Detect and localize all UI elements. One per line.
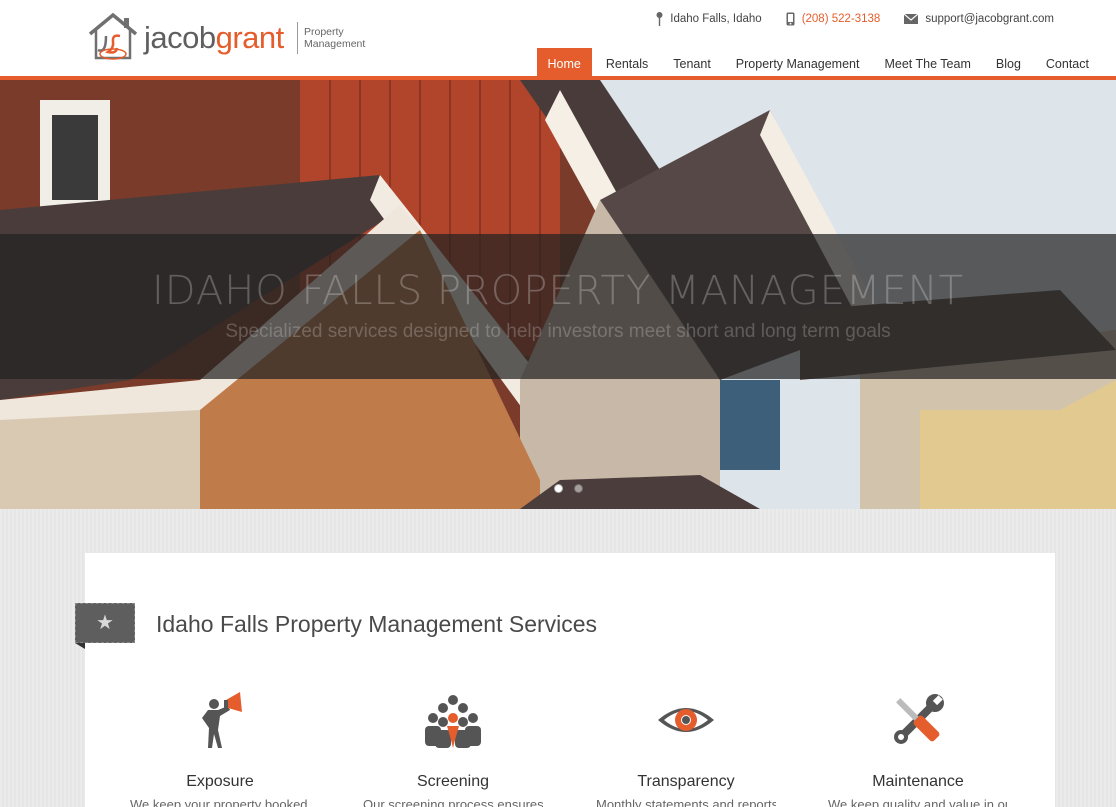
location-text: Idaho Falls, Idaho (670, 13, 762, 25)
service-description: Monthly statements and reports keep you (596, 797, 776, 807)
nav-tenant[interactable]: Tenant (662, 48, 722, 76)
nav-contact[interactable]: Contact (1035, 48, 1100, 76)
mobile-phone-icon (786, 12, 795, 26)
service-title: Screening (416, 773, 490, 790)
service-description: We keep your property booked with... (130, 797, 310, 807)
service-exposure[interactable]: Exposure We keep your property booked wi… (130, 688, 310, 807)
service-icon-wrap (130, 688, 310, 752)
service-title: Maintenance (872, 773, 964, 790)
logo-wordmark: jacobgrant (144, 20, 284, 56)
slider-dots (554, 484, 583, 493)
nav-property-management[interactable]: Property Management (725, 48, 871, 76)
slider-dot-1[interactable] (554, 484, 563, 493)
service-description: We keep quality and value in our (828, 797, 1008, 807)
logo-subtitle-line2: Management (304, 38, 366, 50)
service-title: Exposure (186, 773, 254, 790)
logo-subtitle: Property Management (304, 26, 365, 50)
logo-subtitle-line1: Property (304, 26, 344, 38)
nav-blog[interactable]: Blog (985, 48, 1032, 76)
section-title: Idaho Falls Property Management Services (156, 611, 598, 637)
megaphone-person-icon (202, 692, 242, 748)
site-header: jacobgrant Property Management Idaho Fal… (0, 0, 1116, 80)
logo-name-second: grant (215, 20, 285, 55)
service-screening[interactable]: Screening Our screening process ensures … (363, 688, 543, 807)
nav-rentals[interactable]: Rentals (595, 48, 659, 76)
logo-name-first: jacob (144, 20, 216, 55)
slider-dot-2[interactable] (574, 484, 583, 493)
eye-icon (658, 708, 714, 732)
logo-house-icon (88, 12, 138, 60)
service-transparency[interactable]: Transparency Monthly statements and repo… (596, 688, 776, 807)
envelope-icon (904, 14, 919, 24)
contact-phone[interactable]: (208) 522-3138 (786, 12, 881, 26)
nav-home[interactable]: Home (536, 48, 592, 76)
site-logo[interactable]: jacobgrant Property Management (86, 12, 376, 64)
phone-link[interactable]: (208) 522-3138 (802, 13, 881, 25)
hero-title: IDAHO FALLS PROPERTY MANAGEMENT (151, 268, 965, 314)
service-description: Our screening process ensures that (363, 797, 543, 807)
nav-meet-the-team[interactable]: Meet The Team (873, 48, 981, 76)
service-title: Transparency (637, 773, 735, 790)
logo-divider (297, 22, 298, 54)
service-maintenance[interactable]: Maintenance We keep quality and value in… (828, 688, 1008, 807)
service-icon-wrap (828, 688, 1008, 752)
contact-location: Idaho Falls, Idaho (656, 12, 762, 26)
contact-bar: Idaho Falls, Idaho (208) 522-3138 suppor… (656, 12, 1054, 26)
star-icon: ★ (96, 612, 114, 634)
hero-slider[interactable]: IDAHO FALLS PROPERTY MANAGEMENT Speciali… (0, 80, 1116, 509)
ribbon-fold (75, 643, 85, 649)
service-icon-wrap (596, 688, 776, 752)
section-ribbon: ★ (75, 603, 135, 643)
email-link[interactable]: support@jacobgrant.com (925, 13, 1054, 25)
map-pin-icon (656, 12, 663, 26)
wrench-screwdriver-icon (894, 694, 944, 744)
contact-email[interactable]: support@jacobgrant.com (904, 12, 1054, 26)
main-nav: Home Rentals Tenant Property Management … (536, 48, 1100, 76)
crowd-icon (425, 695, 481, 748)
service-icon-wrap (363, 688, 543, 752)
hero-subtitle: Specialized services designed to help in… (225, 321, 891, 342)
